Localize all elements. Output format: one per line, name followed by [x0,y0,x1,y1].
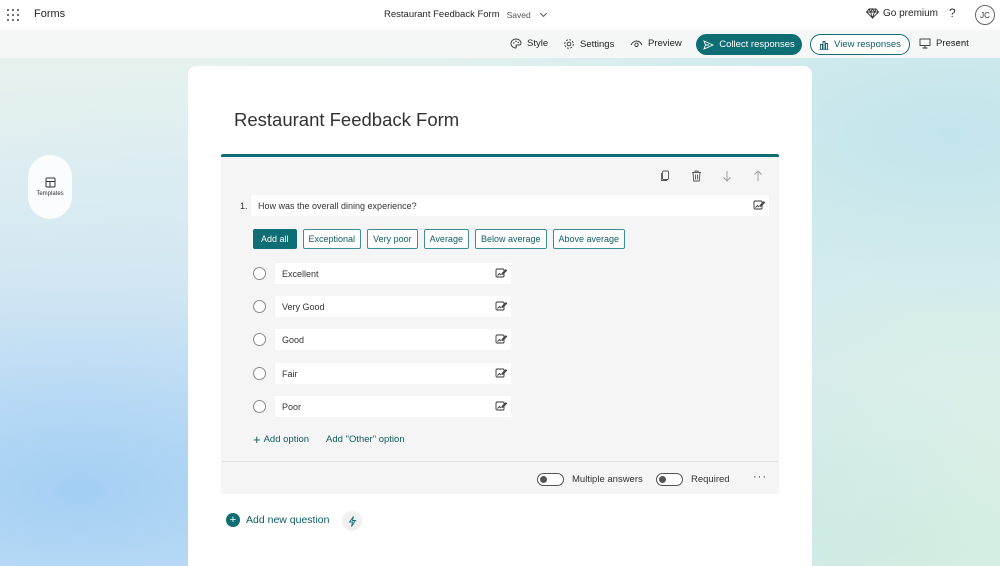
present-icon [919,38,931,49]
option-row: Fair [253,363,511,384]
add-option-button[interactable]: + Add option [253,432,310,447]
radio-button[interactable] [253,333,266,346]
eye-icon [630,40,643,47]
radio-button[interactable] [253,300,266,313]
trash-icon[interactable] [689,169,703,183]
required-toggle[interactable] [656,473,683,486]
radio-button[interactable] [253,267,266,280]
arrow-up-icon[interactable] [751,169,765,183]
plus-circle-icon: + [226,513,240,527]
lightning-icon[interactable] [342,511,362,531]
option-row: Poor [253,396,511,417]
question-number: 1. [240,201,248,211]
style-button[interactable]: Style [510,38,548,49]
add-option-label: Add option [263,434,310,445]
option-field[interactable]: Fair [275,363,511,384]
question-more-icon[interactable]: ··· [753,471,767,483]
option-row: Good [253,329,511,350]
form-title[interactable]: Restaurant Feedback Form [234,109,459,131]
option-field[interactable]: Good [275,329,511,350]
edit-image-icon[interactable] [495,367,508,381]
view-responses-label: View responses [834,39,901,50]
preview-label: Preview [648,38,682,49]
edit-image-icon[interactable] [495,333,508,347]
option-row: Very Good [253,296,511,317]
plus-icon: + [253,432,261,447]
go-premium-label: Go premium [883,8,939,19]
settings-button[interactable]: Settings [563,38,614,50]
palette-icon [510,38,522,49]
question-text: How was the overall dining experience? [258,201,417,211]
option-label: Very Good [282,302,325,312]
bar-chart-icon [819,40,829,50]
radio-button[interactable] [253,400,266,413]
templates-label: Templates [36,191,64,197]
collect-responses-label: Collect responses [719,39,795,50]
app-name[interactable]: Forms [34,8,65,20]
suggestion-chip[interactable]: Exceptional [302,229,362,249]
document-title-menu[interactable]: Restaurant Feedback Form Saved [384,9,547,20]
question-actions [658,169,765,183]
option-field[interactable]: Poor [275,396,511,417]
add-new-question-label: Add new question [246,514,330,526]
view-responses-button[interactable]: View responses [810,34,910,55]
settings-label: Settings [580,38,615,50]
question-text-field[interactable]: How was the overall dining experience? [251,195,769,216]
option-label: Poor [282,402,302,412]
question-footer: Multiple answers Required ··· [221,461,779,494]
avatar[interactable]: JC [975,5,995,25]
preview-button[interactable]: Preview [630,38,682,49]
suggestion-chip[interactable]: Below average [474,229,547,249]
option-label: Good [282,335,305,345]
multiple-answers-label: Multiple answers [572,474,643,485]
toolbar: Style Settings Preview Collect responses… [0,30,1000,58]
option-field[interactable]: Excellent [275,263,511,284]
chevron-down-icon [539,9,547,17]
edit-image-icon[interactable] [753,199,766,213]
diamond-icon [866,8,879,19]
suggestion-chips: Add all Exceptional Very poor Average Be… [253,229,626,249]
style-label: Style [527,38,549,49]
gear-icon [564,39,574,49]
app-launcher-icon[interactable] [7,9,19,21]
add-other-option-button[interactable]: Add "Other" option [326,434,405,445]
suggestion-chip[interactable]: Very poor [367,229,418,249]
required-label: Required [691,474,730,485]
question-card[interactable]: 1. How was the overall dining experience… [221,154,779,494]
go-premium-button[interactable]: Go premium [866,8,938,19]
collect-responses-button[interactable]: Collect responses [696,34,802,55]
edit-image-icon[interactable] [495,300,508,314]
add-new-question-button[interactable]: + Add new question [226,513,329,527]
option-field[interactable]: Very Good [275,296,511,317]
multiple-answers-toggle[interactable] [537,473,564,486]
top-bar: Forms Restaurant Feedback Form Saved Go … [0,0,1000,30]
option-label: Fair [282,369,298,379]
templates-icon [45,177,55,188]
edit-image-icon[interactable] [495,400,508,414]
suggestion-chip[interactable]: Average [423,229,469,249]
option-row: Excellent [253,263,511,284]
add-option-row: + Add option Add "Other" option [253,432,405,447]
templates-button[interactable]: Templates [28,155,72,219]
radio-button[interactable] [253,367,266,380]
arrow-down-icon[interactable] [720,169,734,183]
save-status: Saved [506,9,531,20]
send-icon [703,39,715,50]
option-label: Excellent [282,269,319,279]
suggestion-chip[interactable]: Above average [552,229,626,249]
document-title: Restaurant Feedback Form [384,9,500,20]
edit-image-icon[interactable] [495,267,508,281]
add-all-button[interactable]: Add all [253,229,297,249]
more-options-icon[interactable]: ··· [952,36,966,48]
help-button[interactable]: ? [949,6,956,20]
form-card: Restaurant Feedback Form 1. How was the … [188,66,812,566]
copy-icon[interactable] [658,169,672,183]
